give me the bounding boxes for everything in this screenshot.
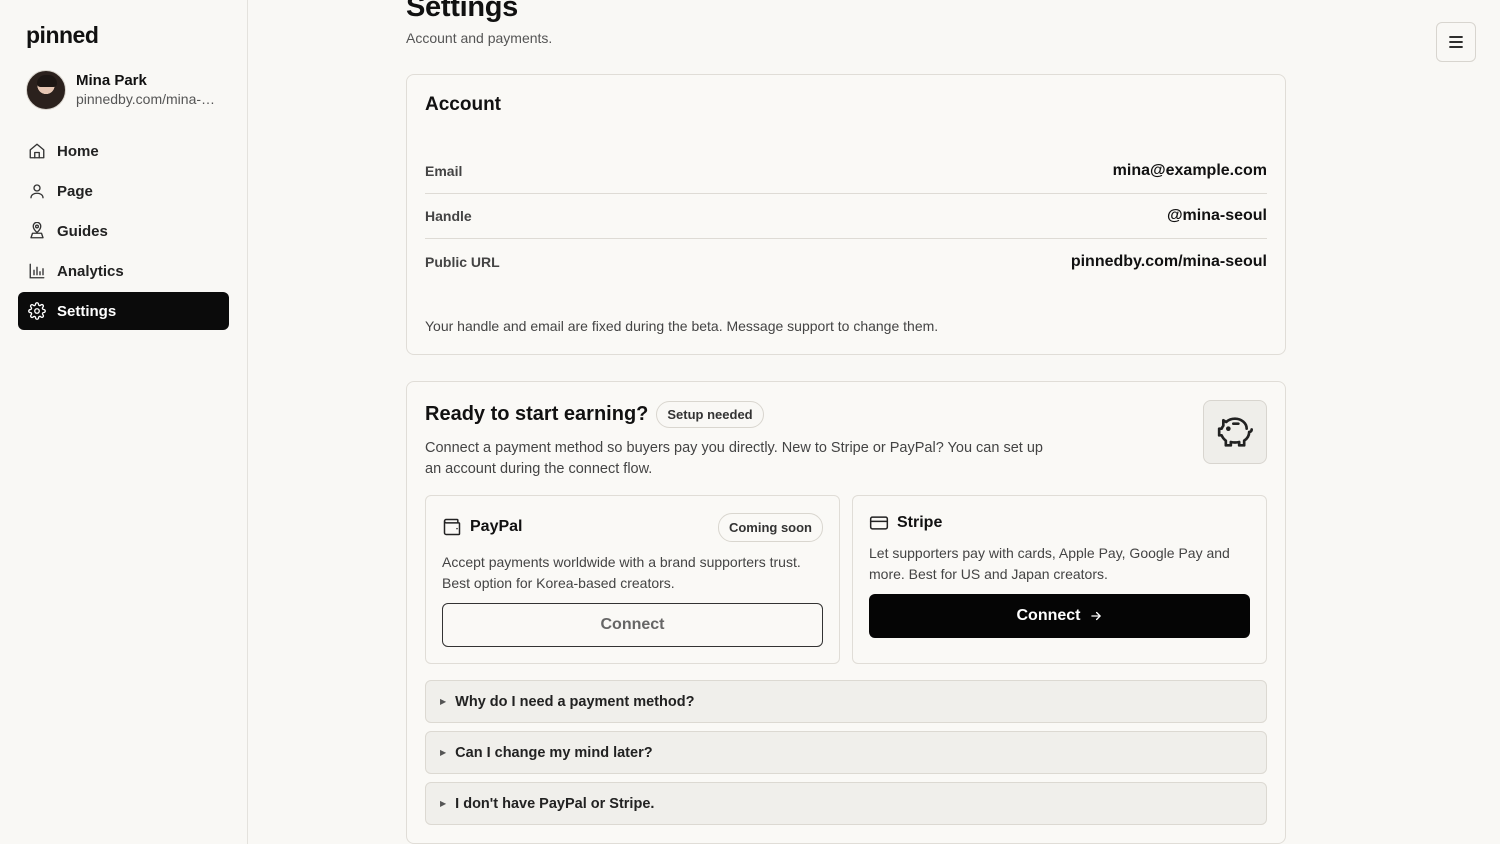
row-value: mina@example.com (1112, 162, 1267, 179)
sidebar-item-guides[interactable]: Guides (18, 212, 229, 250)
earning-description: Connect a payment method so buyers pay y… (425, 440, 1043, 477)
gear-icon (28, 302, 46, 320)
sidebar-item-analytics[interactable]: Analytics (18, 252, 229, 290)
account-row-email: Email mina@example.com (425, 149, 1267, 194)
caret-right-icon: ▶ (440, 748, 447, 757)
row-label: Handle (425, 208, 472, 224)
paypal-header: PayPal (442, 517, 522, 537)
stripe-connect-label: Connect (1016, 607, 1081, 624)
paypal-name: PayPal (470, 518, 523, 535)
sidebar-item-label: Home (57, 142, 99, 160)
caret-right-icon: ▶ (440, 799, 447, 808)
paypal-card: PayPal Coming soon Accept payments world… (425, 495, 840, 664)
stripe-card: Stripe Let supporters pay with cards, Ap… (852, 495, 1267, 664)
stripe-header: Stripe (869, 513, 942, 533)
paypal-description: Accept payments worldwide with a brand s… (442, 554, 801, 591)
map-pin-icon (30, 222, 44, 239)
profile-text: Mina Park pinnedby.com/mina-seoul (76, 71, 221, 109)
faq-item[interactable]: ▶ Why do I need a payment method? (425, 680, 1267, 723)
sidebar-item-settings[interactable]: Settings (18, 292, 229, 330)
sidebar-item-page[interactable]: Page (18, 172, 229, 210)
piggy-bank-tile (1203, 400, 1267, 464)
sidebar-nav: Home Page Guides Analytics Settings (18, 132, 229, 332)
sidebar-item-label: Page (57, 182, 93, 200)
stripe-description: Let supporters pay with cards, Apple Pay… (869, 545, 1230, 582)
app-logo[interactable]: pinned (26, 22, 99, 49)
account-title: Account (425, 94, 501, 115)
faq-question: Why do I need a payment method? (455, 693, 695, 710)
status-badge: Setup needed (656, 401, 764, 428)
account-row-handle: Handle @mina-seoul (425, 194, 1267, 239)
row-value: pinnedby.com/mina-seoul (1070, 252, 1267, 270)
credit-card-icon (869, 516, 889, 530)
earning-card: Ready to start earning? Setup needed Con… (406, 381, 1286, 844)
profile-url: pinnedby.com/mina-seoul (76, 91, 221, 107)
stripe-name: Stripe (897, 514, 943, 531)
coming-soon-badge: Coming soon (717, 513, 823, 542)
row-value: @mina-seoul (1166, 207, 1267, 224)
menu-button[interactable] (1436, 22, 1476, 62)
sidebar-item-label: Settings (57, 302, 117, 320)
hamburger-icon (1449, 36, 1463, 48)
paypal-connect-button[interactable]: Connect (442, 603, 823, 647)
arrow-right-icon (1090, 611, 1101, 621)
page-title: Settings (406, 0, 518, 23)
profile[interactable]: Mina Park pinnedby.com/mina-seoul (26, 70, 221, 110)
earning-title: Ready to start earning? (425, 403, 649, 425)
faq-question: Can I change my mind later? (455, 744, 653, 761)
account-card: Account Email mina@example.com Handle @m… (406, 74, 1286, 355)
profile-name: Mina Park (76, 72, 147, 89)
piggy-bank-icon (1217, 417, 1253, 447)
sidebar-item-home[interactable]: Home (18, 132, 229, 170)
account-row-public-url: Public URL pinnedby.com/mina-seoul (425, 239, 1267, 284)
caret-right-icon: ▶ (440, 697, 447, 706)
home-icon (29, 143, 45, 159)
faq-item[interactable]: ▶ I don't have PayPal or Stripe. (425, 782, 1267, 825)
earning-header: Ready to start earning? Setup needed (425, 401, 764, 428)
stripe-connect-button[interactable]: Connect (869, 594, 1250, 638)
row-label: Public URL (425, 253, 500, 270)
faq-item[interactable]: ▶ Can I change my mind later? (425, 731, 1267, 774)
avatar (26, 70, 66, 110)
wallet-icon (443, 518, 461, 536)
row-label: Email (425, 163, 463, 179)
faq-question: I don't have PayPal or Stripe. (455, 795, 655, 812)
sidebar: pinned Mina Park pinnedby.com/mina-seoul… (0, 0, 248, 844)
bar-chart-icon (29, 263, 45, 279)
page-subtitle: Account and payments. (406, 30, 553, 46)
account-note: Your handle and email are fixed during t… (425, 318, 939, 334)
sidebar-item-label: Analytics (57, 262, 124, 280)
user-icon (30, 184, 44, 199)
sidebar-item-label: Guides (57, 222, 108, 240)
